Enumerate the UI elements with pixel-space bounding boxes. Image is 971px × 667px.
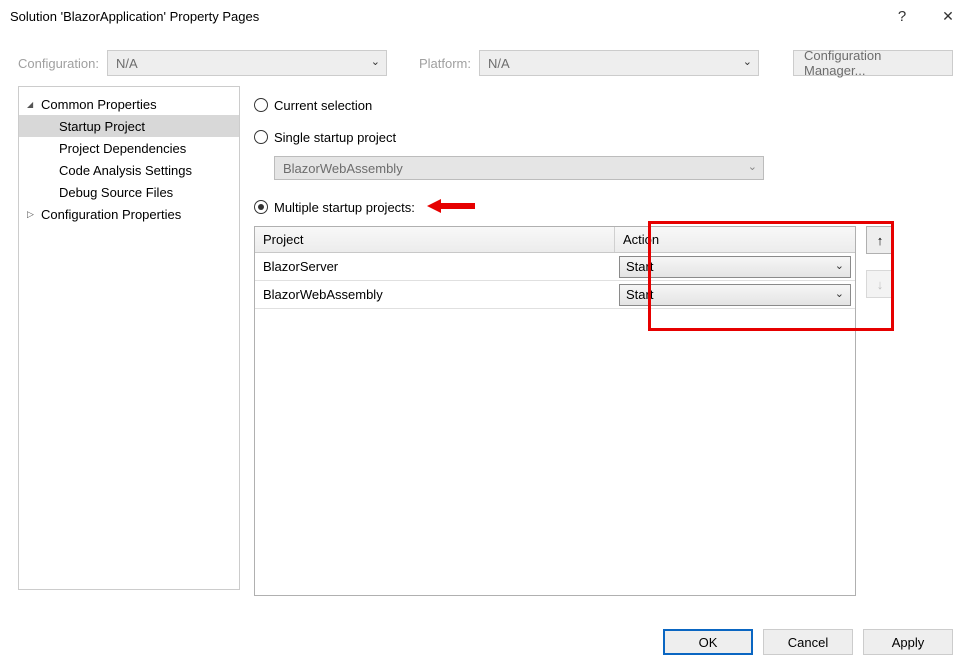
single-startup-value: BlazorWebAssembly bbox=[283, 161, 403, 176]
annotation-arrow-icon bbox=[427, 197, 475, 218]
configuration-manager-button[interactable]: Configuration Manager... bbox=[793, 50, 953, 76]
radio-icon bbox=[254, 98, 268, 112]
action-dropdown[interactable]: Start ⌄ bbox=[619, 284, 851, 306]
action-value: Start bbox=[626, 259, 653, 274]
grid-row[interactable]: BlazorWebAssembly Start ⌄ bbox=[255, 281, 855, 309]
chevron-down-icon: ⌄ bbox=[371, 55, 380, 68]
single-startup-dropdown[interactable]: BlazorWebAssembly ⌄ bbox=[274, 156, 764, 180]
radio-label: Single startup project bbox=[274, 130, 396, 145]
chevron-down-icon bbox=[27, 99, 37, 110]
project-cell: BlazorWebAssembly bbox=[255, 281, 615, 308]
action-dropdown[interactable]: Start ⌄ bbox=[619, 256, 851, 278]
dialog-footer: OK Cancel Apply bbox=[663, 629, 953, 655]
project-cell: BlazorServer bbox=[255, 253, 615, 280]
configuration-label: Configuration: bbox=[18, 56, 99, 71]
tree-label: Configuration Properties bbox=[41, 207, 181, 222]
title-bar: Solution 'BlazorApplication' Property Pa… bbox=[0, 0, 971, 32]
move-down-button[interactable]: ↓ bbox=[866, 270, 894, 298]
tree-item-code-analysis-settings[interactable]: Code Analysis Settings bbox=[19, 159, 239, 181]
chevron-down-icon: ⌄ bbox=[835, 259, 844, 272]
column-header-action[interactable]: Action bbox=[615, 227, 855, 252]
tree-label: Common Properties bbox=[41, 97, 157, 112]
window-title: Solution 'BlazorApplication' Property Pa… bbox=[10, 9, 879, 24]
startup-project-panel: Current selection Single startup project… bbox=[240, 86, 953, 590]
startup-projects-grid: Project Action BlazorServer Start ⌄ Blaz… bbox=[254, 226, 856, 596]
tree-item-common-properties[interactable]: Common Properties bbox=[19, 93, 239, 115]
radio-icon bbox=[254, 200, 268, 214]
radio-icon bbox=[254, 130, 268, 144]
move-up-button[interactable]: ↑ bbox=[866, 226, 894, 254]
property-tree: Common Properties Startup Project Projec… bbox=[18, 86, 240, 590]
tree-label: Startup Project bbox=[59, 119, 145, 134]
tree-item-debug-source-files[interactable]: Debug Source Files bbox=[19, 181, 239, 203]
tree-label: Project Dependencies bbox=[59, 141, 186, 156]
tree-label: Debug Source Files bbox=[59, 185, 173, 200]
column-header-project[interactable]: Project bbox=[255, 227, 615, 252]
platform-dropdown[interactable]: N/A ⌄ bbox=[479, 50, 759, 76]
radio-current-selection[interactable]: Current selection bbox=[254, 92, 953, 118]
radio-label: Current selection bbox=[274, 98, 372, 113]
configuration-value: N/A bbox=[116, 56, 138, 71]
radio-label: Multiple startup projects: bbox=[274, 200, 415, 215]
tree-label: Code Analysis Settings bbox=[59, 163, 192, 178]
apply-button[interactable]: Apply bbox=[863, 629, 953, 655]
close-button[interactable]: ✕ bbox=[925, 0, 971, 32]
tree-item-configuration-properties[interactable]: Configuration Properties bbox=[19, 203, 239, 225]
chevron-down-icon: ⌄ bbox=[835, 287, 844, 300]
grid-header: Project Action bbox=[255, 227, 855, 253]
cancel-button[interactable]: Cancel bbox=[763, 629, 853, 655]
tree-item-project-dependencies[interactable]: Project Dependencies bbox=[19, 137, 239, 159]
startup-grid-wrap: Project Action BlazorServer Start ⌄ Blaz… bbox=[254, 226, 953, 596]
chevron-down-icon: ⌄ bbox=[748, 160, 757, 173]
platform-label: Platform: bbox=[419, 56, 471, 71]
chevron-down-icon: ⌄ bbox=[743, 55, 752, 68]
main-area: Common Properties Startup Project Projec… bbox=[0, 86, 971, 600]
arrow-up-icon: ↑ bbox=[877, 233, 884, 248]
configuration-dropdown[interactable]: N/A ⌄ bbox=[107, 50, 387, 76]
radio-multiple-startup[interactable]: Multiple startup projects: bbox=[254, 194, 953, 220]
help-button[interactable]: ? bbox=[879, 0, 925, 32]
grid-row[interactable]: BlazorServer Start ⌄ bbox=[255, 253, 855, 281]
action-value: Start bbox=[626, 287, 653, 302]
tree-item-startup-project[interactable]: Startup Project bbox=[19, 115, 239, 137]
radio-single-startup[interactable]: Single startup project bbox=[254, 124, 953, 150]
ok-button[interactable]: OK bbox=[663, 629, 753, 655]
arrow-down-icon: ↓ bbox=[877, 277, 884, 292]
platform-value: N/A bbox=[488, 56, 510, 71]
chevron-right-icon bbox=[27, 209, 37, 220]
reorder-buttons: ↑ ↓ bbox=[866, 226, 894, 298]
configuration-row: Configuration: N/A ⌄ Platform: N/A ⌄ Con… bbox=[0, 32, 971, 86]
